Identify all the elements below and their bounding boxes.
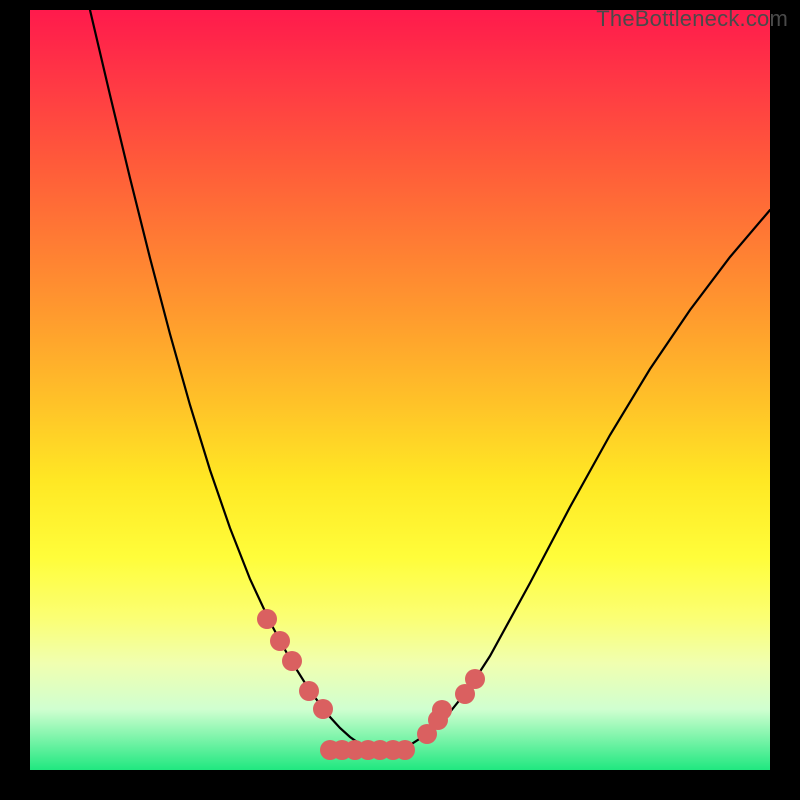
curve-marker (465, 669, 485, 689)
attribution-text: TheBottleneck.com (596, 6, 788, 32)
curve-marker (282, 651, 302, 671)
curve-marker (257, 609, 277, 629)
curve-marker (270, 631, 290, 651)
bottleneck-curve (90, 10, 770, 750)
marker-group (257, 609, 485, 760)
chart-frame (30, 10, 770, 770)
curve-marker (432, 700, 452, 720)
curve-marker (395, 740, 415, 760)
curve-marker (299, 681, 319, 701)
bottleneck-chart (30, 10, 770, 770)
curve-marker (313, 699, 333, 719)
